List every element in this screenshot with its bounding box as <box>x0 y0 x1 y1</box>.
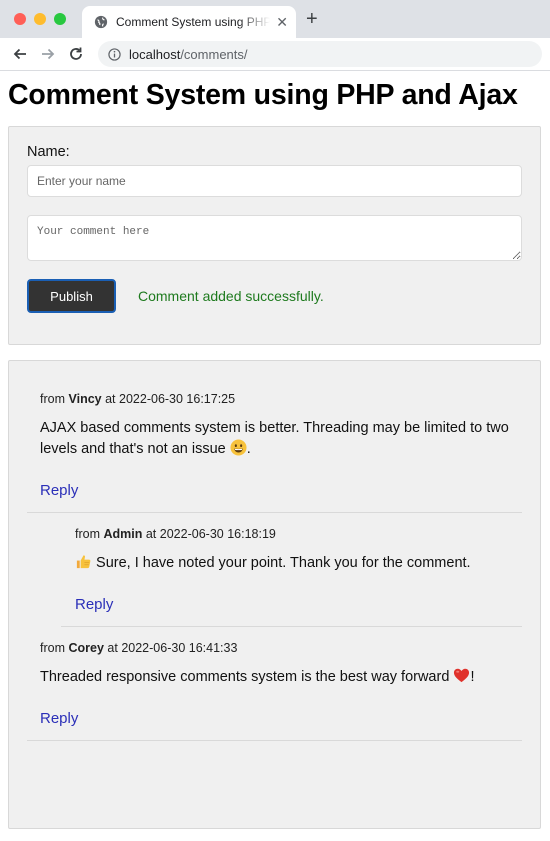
grinning-face-icon <box>230 439 247 456</box>
close-tab-icon[interactable]: ✕ <box>276 15 288 29</box>
reload-icon[interactable] <box>64 42 88 66</box>
reply-link[interactable]: Reply <box>40 482 78 499</box>
forward-icon[interactable] <box>36 42 60 66</box>
comment-textarea[interactable] <box>27 215 522 261</box>
browser-tab[interactable]: Comment System using PHP and Ajax ✕ <box>82 6 296 38</box>
comment-author: Vincy <box>68 392 102 406</box>
page-title: Comment System using PHP and Ajax <box>8 79 518 111</box>
close-window-button[interactable] <box>14 13 26 25</box>
name-input[interactable] <box>27 165 522 197</box>
browser-tab-bar: Comment System using PHP and Ajax ✕ + <box>0 0 550 38</box>
comment-date: 2022-06-30 16:18:19 <box>159 527 276 541</box>
browser-toolbar: localhost/comments/ <box>0 38 550 71</box>
tab-title: Comment System using PHP and Ajax <box>116 15 271 29</box>
comment-body: Sure, I have noted your point. Thank you… <box>96 555 471 571</box>
form-actions: Publish Comment added successfully. <box>27 279 522 313</box>
comment-text: AJAX based comments system is better. Th… <box>40 420 509 457</box>
address-bar[interactable]: localhost/comments/ <box>98 41 542 67</box>
comment-text: Threaded responsive comments system is t… <box>40 667 522 688</box>
comment-form: Name: Publish Comment added successfully… <box>8 126 541 345</box>
comment-text: Sure, I have noted your point. Thank you… <box>75 553 522 574</box>
comment-meta: from Corey at 2022-06-30 16:41:33 <box>40 641 522 655</box>
comment-author: Admin <box>103 527 143 541</box>
comment-meta: from Admin at 2022-06-30 16:18:19 <box>75 527 522 541</box>
globe-icon <box>94 15 108 29</box>
minimize-window-button[interactable] <box>34 13 46 25</box>
info-icon[interactable] <box>108 47 121 61</box>
red-heart-icon <box>454 668 470 683</box>
success-message: Comment added successfully. <box>138 288 324 304</box>
publish-button[interactable]: Publish <box>27 279 116 313</box>
window-controls <box>14 13 66 25</box>
from-prefix: from <box>40 392 65 406</box>
at-word: at <box>107 641 118 655</box>
maximize-window-button[interactable] <box>54 13 66 25</box>
back-icon[interactable] <box>8 42 32 66</box>
comment-item: from Vincy at 2022-06-30 16:17:25 AJAX b… <box>27 392 522 513</box>
reply-comment-item: from Admin at 2022-06-30 16:18:19 Sure, … <box>61 527 522 627</box>
comment-date: 2022-06-30 16:41:33 <box>121 641 238 655</box>
comment-meta: from Vincy at 2022-06-30 16:17:25 <box>40 392 522 406</box>
reply-link[interactable]: Reply <box>40 710 78 727</box>
comment-suffix: ! <box>470 669 475 685</box>
comment-body: Threaded responsive comments system is t… <box>40 669 450 685</box>
from-prefix: from <box>75 527 100 541</box>
comments-list: from Vincy at 2022-06-30 16:17:25 AJAX b… <box>8 360 541 829</box>
new-tab-icon[interactable]: + <box>306 9 318 29</box>
at-word: at <box>145 527 157 541</box>
at-word: at <box>105 392 116 406</box>
comment-author: Corey <box>68 641 104 655</box>
reply-link[interactable]: Reply <box>75 596 113 613</box>
url-host: localhost <box>129 46 181 62</box>
comment-body: AJAX based comments system is better. Th… <box>40 420 509 457</box>
name-label: Name: <box>27 144 70 160</box>
from-prefix: from <box>40 641 65 655</box>
page-content: Comment System using PHP and Ajax Name: … <box>0 79 550 829</box>
comment-date: 2022-06-30 16:17:25 <box>119 392 236 406</box>
thumbs-up-icon <box>76 555 91 569</box>
url-path: /comments/ <box>180 46 248 62</box>
comment-item: from Corey at 2022-06-30 16:41:33 Thread… <box>27 641 522 741</box>
